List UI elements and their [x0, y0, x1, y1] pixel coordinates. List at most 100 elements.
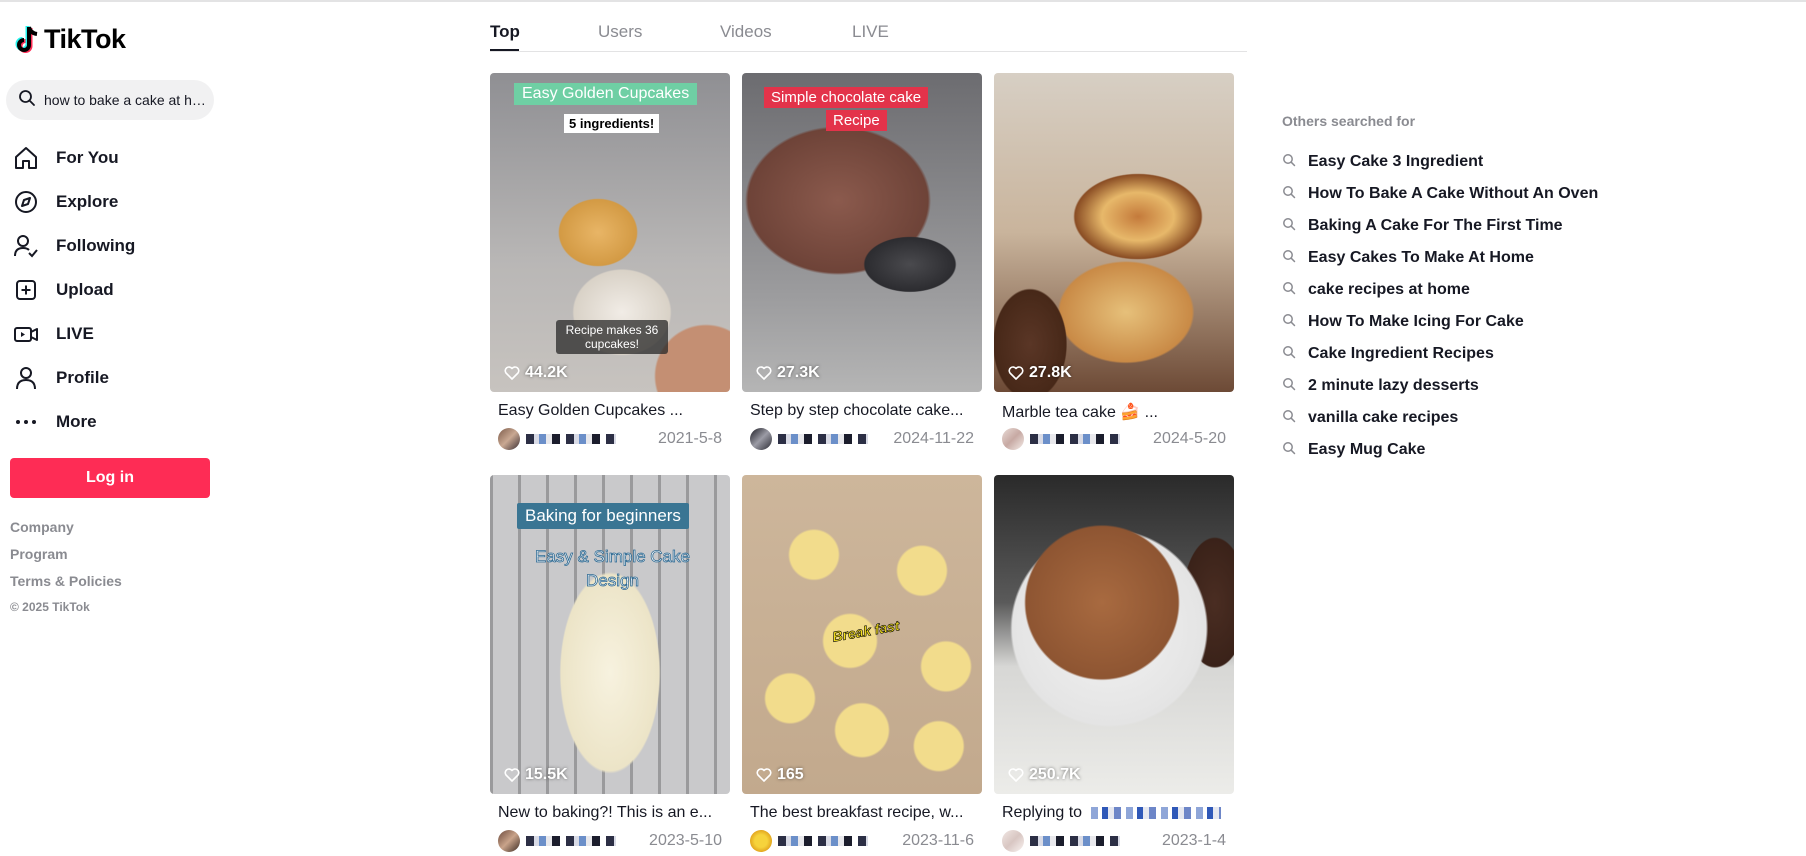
tab-live[interactable]: LIVE	[852, 22, 889, 42]
related-search-item[interactable]: Easy Mug Cake	[1282, 434, 1598, 466]
footer-link-program[interactable]: Program	[10, 544, 122, 571]
overlay-subtitle: Easy & Simple Cake Design	[535, 547, 691, 591]
video-date: 2024-5-20	[1153, 430, 1226, 447]
following-icon	[12, 232, 40, 260]
nav-item-profile[interactable]: Profile	[12, 356, 135, 400]
video-thumbnail[interactable]: Break fast 165	[742, 475, 982, 794]
like-count: 15.5K	[504, 766, 568, 784]
related-search-label: Cake Ingredient Recipes	[1308, 345, 1494, 362]
nav-label: Upload	[56, 280, 114, 299]
nav-label: For You	[56, 148, 119, 167]
related-search-item[interactable]: vanilla cake recipes	[1282, 402, 1598, 434]
search-input[interactable]: how to bake a cake at home	[6, 80, 214, 120]
video-author[interactable]	[1002, 830, 1120, 852]
overlay-title: Simple chocolate cake	[764, 87, 929, 108]
search-icon	[1282, 409, 1296, 428]
footer-link-company[interactable]: Company	[10, 517, 122, 544]
related-search-item[interactable]: Cake Ingredient Recipes	[1282, 338, 1598, 370]
search-query: how to bake a cake at home	[44, 92, 209, 108]
video-title[interactable]: Step by step chocolate cake...	[750, 402, 975, 422]
video-date: 2024-11-22	[893, 430, 974, 447]
nav-item-following[interactable]: Following	[12, 224, 135, 268]
video-title[interactable]: New to baking?! This is an e...	[498, 804, 723, 824]
video-card[interactable]: Easy Golden Cupcakes 5 ingredients! Reci…	[490, 73, 730, 450]
related-search-item[interactable]: Easy Cake 3 Ingredient	[1282, 146, 1598, 178]
related-search-label: How To Make Icing For Cake	[1308, 313, 1524, 330]
tab-users[interactable]: Users	[598, 22, 642, 42]
video-date: 2023-11-6	[902, 832, 974, 849]
search-icon	[1282, 217, 1296, 236]
video-thumbnail[interactable]: 250.7K	[994, 475, 1234, 794]
heart-icon	[1008, 366, 1024, 380]
video-card[interactable]: Baking for beginners Easy & Simple Cake …	[490, 475, 730, 852]
overlay-title: Easy Golden Cupcakes	[514, 83, 698, 105]
search-icon	[1282, 345, 1296, 364]
related-search-label: cake recipes at home	[1308, 281, 1470, 298]
video-author[interactable]	[498, 428, 616, 450]
nav-label: Following	[56, 236, 136, 255]
avatar	[750, 830, 772, 852]
like-count: 44.2K	[504, 364, 568, 382]
search-tabs: Top Users Videos LIVE	[490, 0, 1247, 52]
avatar	[498, 428, 520, 450]
nav-item-live[interactable]: LIVE	[12, 312, 135, 356]
heart-icon	[756, 768, 772, 782]
nav-item-explore[interactable]: Explore	[12, 180, 135, 224]
related-search-item[interactable]: cake recipes at home	[1282, 274, 1598, 306]
copyright: © 2025 TikTok	[10, 600, 90, 614]
home-icon	[12, 144, 40, 172]
related-search-item[interactable]: Easy Cakes To Make At Home	[1282, 242, 1598, 274]
video-author[interactable]	[498, 830, 616, 852]
nav-item-upload[interactable]: Upload	[12, 268, 135, 312]
video-date: 2023-5-10	[649, 832, 722, 849]
author-name-redacted	[526, 434, 616, 444]
more-icon	[12, 408, 40, 436]
author-name-redacted	[1030, 434, 1120, 444]
tab-top[interactable]: Top	[490, 22, 520, 42]
video-thumbnail[interactable]: 27.8K	[994, 73, 1234, 392]
sidebar: TikTok how to bake a cake at home For Yo…	[0, 0, 225, 856]
video-date: 2021-5-8	[657, 430, 722, 447]
author-name-redacted	[778, 836, 868, 846]
video-card[interactable]: Break fast 165 The best breakfast recipe…	[742, 475, 982, 852]
video-thumbnail[interactable]: Baking for beginners Easy & Simple Cake …	[490, 475, 730, 794]
avatar	[1002, 830, 1024, 852]
video-author[interactable]	[750, 830, 868, 852]
video-card[interactable]: 250.7K Replying to 2023-1-4	[994, 475, 1234, 852]
login-button[interactable]: Log in	[10, 458, 210, 498]
heart-icon	[504, 768, 520, 782]
video-card[interactable]: 27.8K Marble tea cake 🍰 ... 2024-5-20	[994, 73, 1234, 450]
nav-label: More	[56, 412, 97, 431]
overlay-caption: Break fast	[831, 617, 901, 645]
main-nav: For You Explore Following Upload LIVE Pr…	[12, 136, 135, 444]
video-title[interactable]: Replying to	[1002, 804, 1227, 824]
video-thumbnail[interactable]: Easy Golden Cupcakes 5 ingredients! Reci…	[490, 73, 730, 392]
tab-videos[interactable]: Videos	[720, 22, 772, 42]
related-search-label: 2 minute lazy desserts	[1308, 377, 1479, 394]
video-author[interactable]	[750, 428, 868, 450]
related-search-item[interactable]: How To Bake A Cake Without An Oven	[1282, 178, 1598, 210]
author-name-redacted	[526, 836, 616, 846]
video-title[interactable]: The best breakfast recipe, w...	[750, 804, 975, 824]
related-search-label: vanilla cake recipes	[1308, 409, 1459, 426]
video-author[interactable]	[1002, 428, 1120, 450]
tiktok-logo[interactable]: TikTok	[14, 24, 126, 55]
live-icon	[12, 320, 40, 348]
search-icon	[1282, 377, 1296, 396]
tiktok-note-icon	[14, 25, 40, 55]
search-icon	[1282, 441, 1296, 460]
like-count: 250.7K	[1008, 766, 1081, 784]
related-search-item[interactable]: How To Make Icing For Cake	[1282, 306, 1598, 338]
footer-link-terms[interactable]: Terms & Policies	[10, 571, 122, 598]
related-search-item[interactable]: 2 minute lazy desserts	[1282, 370, 1598, 402]
nav-item-for-you[interactable]: For You	[12, 136, 135, 180]
video-title[interactable]: Easy Golden Cupcakes ...	[498, 402, 723, 422]
video-title[interactable]: Marble tea cake 🍰 ...	[1002, 402, 1227, 422]
video-thumbnail[interactable]: Simple chocolate cake Recipe 27.3K	[742, 73, 982, 392]
overlay-caption: Recipe makes 36 cupcakes!	[556, 320, 668, 354]
video-card[interactable]: Simple chocolate cake Recipe 27.3K Step …	[742, 73, 982, 450]
related-search-label: Baking A Cake For The First Time	[1308, 217, 1563, 234]
search-icon	[18, 89, 36, 112]
related-search-item[interactable]: Baking A Cake For The First Time	[1282, 210, 1598, 242]
nav-item-more[interactable]: More	[12, 400, 135, 444]
